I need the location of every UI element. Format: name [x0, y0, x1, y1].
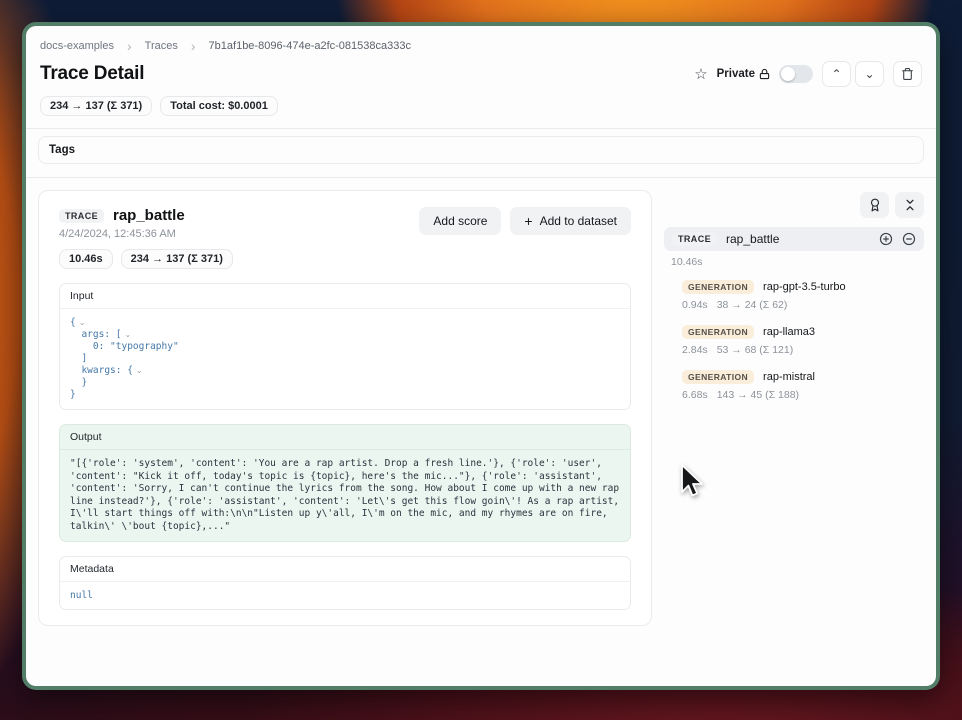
json-line: ] — [70, 353, 620, 365]
delete-trace-button[interactable] — [893, 61, 922, 87]
trace-detail-card: TRACE rap_battle 4/24/2024, 12:45:36 AM … — [38, 190, 652, 626]
json-text: } — [70, 389, 76, 400]
chevron-down-icon: ⌄ — [864, 67, 874, 81]
input-section: Input {⌄ args: [⌄ 0: "typography" ] kwar… — [59, 283, 631, 410]
output-text: "[{'role': 'system', 'content': 'You are… — [60, 450, 630, 541]
json-text: 0: "typography" — [70, 341, 179, 352]
generation-latency: 2.84s — [682, 344, 708, 356]
visibility-control[interactable]: Private — [717, 68, 770, 80]
generation-type-badge: GENERATION — [682, 325, 754, 339]
json-text: } — [70, 377, 87, 388]
app-window: docs-examples › Traces › 7b1af1be-8096-4… — [22, 22, 940, 690]
generation-name: rap-mistral — [763, 371, 815, 383]
add-score-label: Add score — [433, 214, 487, 228]
json-text: { — [70, 317, 76, 328]
collapse-caret-icon[interactable]: ⌄ — [79, 318, 86, 327]
json-line: kwargs: {⌄ — [70, 365, 620, 377]
breadcrumb-traces[interactable]: Traces — [145, 40, 178, 52]
tree-row-trace[interactable]: TRACE rap_battle — [664, 227, 924, 251]
tree-row-generation[interactable]: GENERATION rap-gpt-3.5-turbo 0.94s 38 → … — [682, 280, 924, 311]
json-text: kwargs: { — [70, 365, 133, 376]
metadata-section-label: Metadata — [60, 557, 630, 582]
observation-tree: TRACE rap_battle 10.46s GENERATION — [664, 190, 924, 626]
header-divider — [26, 128, 936, 129]
generation-tokens: 38 → 24 (Σ 62) — [717, 299, 788, 311]
metadata-value: null — [60, 582, 630, 609]
breadcrumb-project[interactable]: docs-examples — [40, 40, 114, 52]
trace-type-badge: TRACE — [59, 209, 104, 223]
plus-icon: + — [524, 214, 532, 228]
generation-latency: 6.68s — [682, 389, 708, 401]
tree-trace-type-badge: TRACE — [672, 232, 717, 246]
mouse-cursor — [678, 463, 706, 506]
json-text: args: [ — [70, 329, 121, 340]
toggle-knob — [781, 67, 795, 81]
previous-trace-button[interactable]: ⌃ — [822, 61, 851, 87]
desktop: { "colors": { "window_border": "#3a6b54"… — [0, 0, 962, 720]
json-line: 0: "typography" — [70, 341, 620, 353]
generation-latency: 0.94s — [682, 299, 708, 311]
json-line: {⌄ — [70, 317, 620, 329]
tree-row-generation[interactable]: GENERATION rap-llama3 2.84s 53 → 68 (Σ 1… — [682, 325, 924, 356]
tree-trace-latency: 10.46s — [671, 256, 924, 268]
chevrons-collapse-icon — [903, 198, 917, 212]
json-line: } — [70, 377, 620, 389]
page-title: Trace Detail — [40, 63, 144, 85]
add-to-dataset-label: Add to dataset — [540, 214, 617, 228]
chevron-up-icon: ⌃ — [831, 67, 841, 81]
collapse-level-icon[interactable] — [902, 232, 916, 246]
json-text: ] — [70, 353, 87, 364]
tags-section[interactable]: Tags — [38, 136, 924, 164]
generation-name: rap-llama3 — [763, 326, 815, 338]
output-section: Output "[{'role': 'system', 'content': '… — [59, 424, 631, 542]
json-line: args: [⌄ — [70, 329, 620, 341]
expand-all-icon[interactable] — [879, 232, 893, 246]
lock-icon — [759, 68, 770, 80]
breadcrumb: docs-examples › Traces › 7b1af1be-8096-4… — [36, 38, 926, 52]
output-section-label: Output — [60, 425, 630, 450]
latency-badge: 10.46s — [59, 249, 113, 269]
collapse-caret-icon[interactable]: ⌄ — [124, 330, 131, 339]
input-json-viewer: {⌄ args: [⌄ 0: "typography" ] kwargs: {⌄… — [60, 309, 630, 409]
award-icon — [868, 198, 882, 212]
star-icon[interactable]: ☆ — [694, 67, 707, 82]
add-score-button[interactable]: Add score — [419, 207, 501, 235]
public-toggle[interactable] — [779, 65, 813, 83]
tree-trace-name: rap_battle — [726, 232, 779, 246]
add-to-dataset-button[interactable]: + Add to dataset — [510, 207, 631, 235]
json-line: } — [70, 389, 620, 401]
next-trace-button[interactable]: ⌄ — [855, 61, 884, 87]
generation-type-badge: GENERATION — [682, 280, 754, 294]
tokens-badge: 234 → 137 (Σ 371) — [121, 249, 233, 269]
generation-name: rap-gpt-3.5-turbo — [763, 281, 846, 293]
generation-type-badge: GENERATION — [682, 370, 754, 384]
trash-icon — [901, 67, 914, 81]
collapse-all-button[interactable] — [895, 192, 924, 218]
breadcrumb-trace-id[interactable]: 7b1af1be-8096-474e-a2fc-081538ca333c — [209, 40, 411, 52]
total-cost-badge: Total cost: $0.0001 — [160, 96, 278, 116]
visibility-label: Private — [717, 68, 755, 80]
trace-timestamp: 4/24/2024, 12:45:36 AM — [59, 228, 233, 240]
collapse-caret-icon[interactable]: ⌄ — [136, 366, 143, 375]
tags-divider — [26, 177, 936, 178]
chevron-right-icon: › — [127, 41, 132, 51]
tags-label: Tags — [49, 144, 75, 156]
generation-tokens: 53 → 68 (Σ 121) — [717, 344, 794, 356]
input-section-label: Input — [60, 284, 630, 309]
tree-row-generation[interactable]: GENERATION rap-mistral 6.68s 143 → 45 (Σ… — [682, 370, 924, 401]
generation-tokens: 143 → 45 (Σ 188) — [717, 389, 799, 401]
view-scores-button[interactable] — [860, 192, 889, 218]
trace-name: rap_battle — [113, 207, 185, 224]
chevron-right-icon: › — [191, 41, 196, 51]
metadata-section: Metadata null — [59, 556, 631, 610]
trace-tokens-badge: 234 → 137 (Σ 371) — [40, 96, 152, 116]
